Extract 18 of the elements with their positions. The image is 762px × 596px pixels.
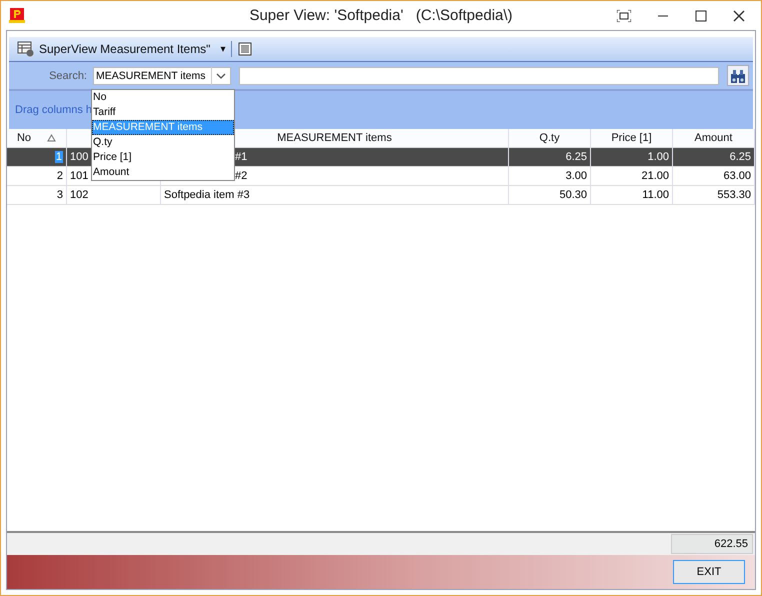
table-cell: 2 bbox=[7, 167, 67, 185]
table-cell: 21.00 bbox=[591, 167, 673, 185]
caret-icon: ▾ bbox=[220, 43, 226, 55]
table-cell: 3 bbox=[7, 186, 67, 204]
table-cell: 11.00 bbox=[591, 186, 673, 204]
table-cell: Softpedia item #3 bbox=[161, 186, 509, 204]
search-label: Search: bbox=[48, 70, 87, 82]
table-cell: 553.30 bbox=[673, 186, 755, 204]
table-cell: 102 bbox=[67, 186, 161, 204]
table-cell: 50.30 bbox=[509, 186, 591, 204]
table-cell: 6.25 bbox=[673, 148, 755, 166]
table-cell: 1 bbox=[7, 148, 67, 166]
table-cell: 6.25 bbox=[509, 148, 591, 166]
table-cell: 1.00 bbox=[591, 148, 673, 166]
table-cell: 3.00 bbox=[509, 167, 591, 185]
window-title: Super View: 'Softpedia' (C:\Softpedia\) bbox=[248, 7, 514, 24]
total-amount: 622.55 bbox=[671, 534, 753, 554]
table-cell: 63.00 bbox=[673, 167, 755, 185]
